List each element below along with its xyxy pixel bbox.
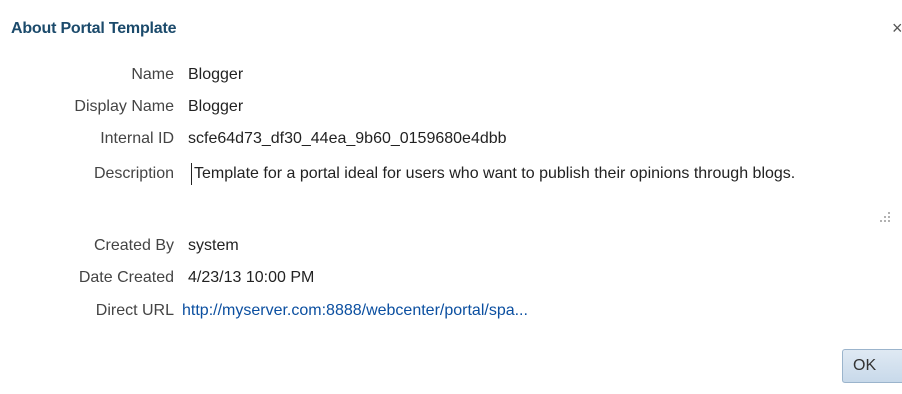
display-name-value: Blogger <box>188 98 244 115</box>
description-value[interactable]: Template for a portal ideal for users wh… <box>191 163 874 185</box>
internal-id-label: Internal ID <box>100 130 174 147</box>
name-value: Blogger <box>188 66 244 83</box>
close-icon[interactable]: × <box>892 18 902 38</box>
direct-url-label: Direct URL <box>95 302 174 319</box>
about-portal-template-dialog: About Portal Template × Name Blogger Dis… <box>0 0 902 394</box>
ok-button[interactable]: OK <box>842 349 902 383</box>
resize-grip-icon[interactable] <box>878 210 892 224</box>
created-by-label: Created By <box>93 237 174 254</box>
direct-url-link[interactable]: http://myserver.com:8888/webcenter/porta… <box>182 302 528 319</box>
dialog-title: About Portal Template <box>11 20 177 37</box>
description-label: Description <box>93 165 174 182</box>
created-by-value: system <box>188 237 239 254</box>
name-label: Name <box>131 66 174 83</box>
date-created-label: Date Created <box>78 269 174 286</box>
display-name-label: Display Name <box>74 98 174 115</box>
direct-url-value-wrap: http://myserver.com:8888/webcenter/porta… <box>182 300 862 322</box>
internal-id-value: scfe64d73_df30_44ea_9b60_0159680e4dbb <box>188 130 507 147</box>
date-created-value: 4/23/13 10:00 PM <box>188 269 315 286</box>
